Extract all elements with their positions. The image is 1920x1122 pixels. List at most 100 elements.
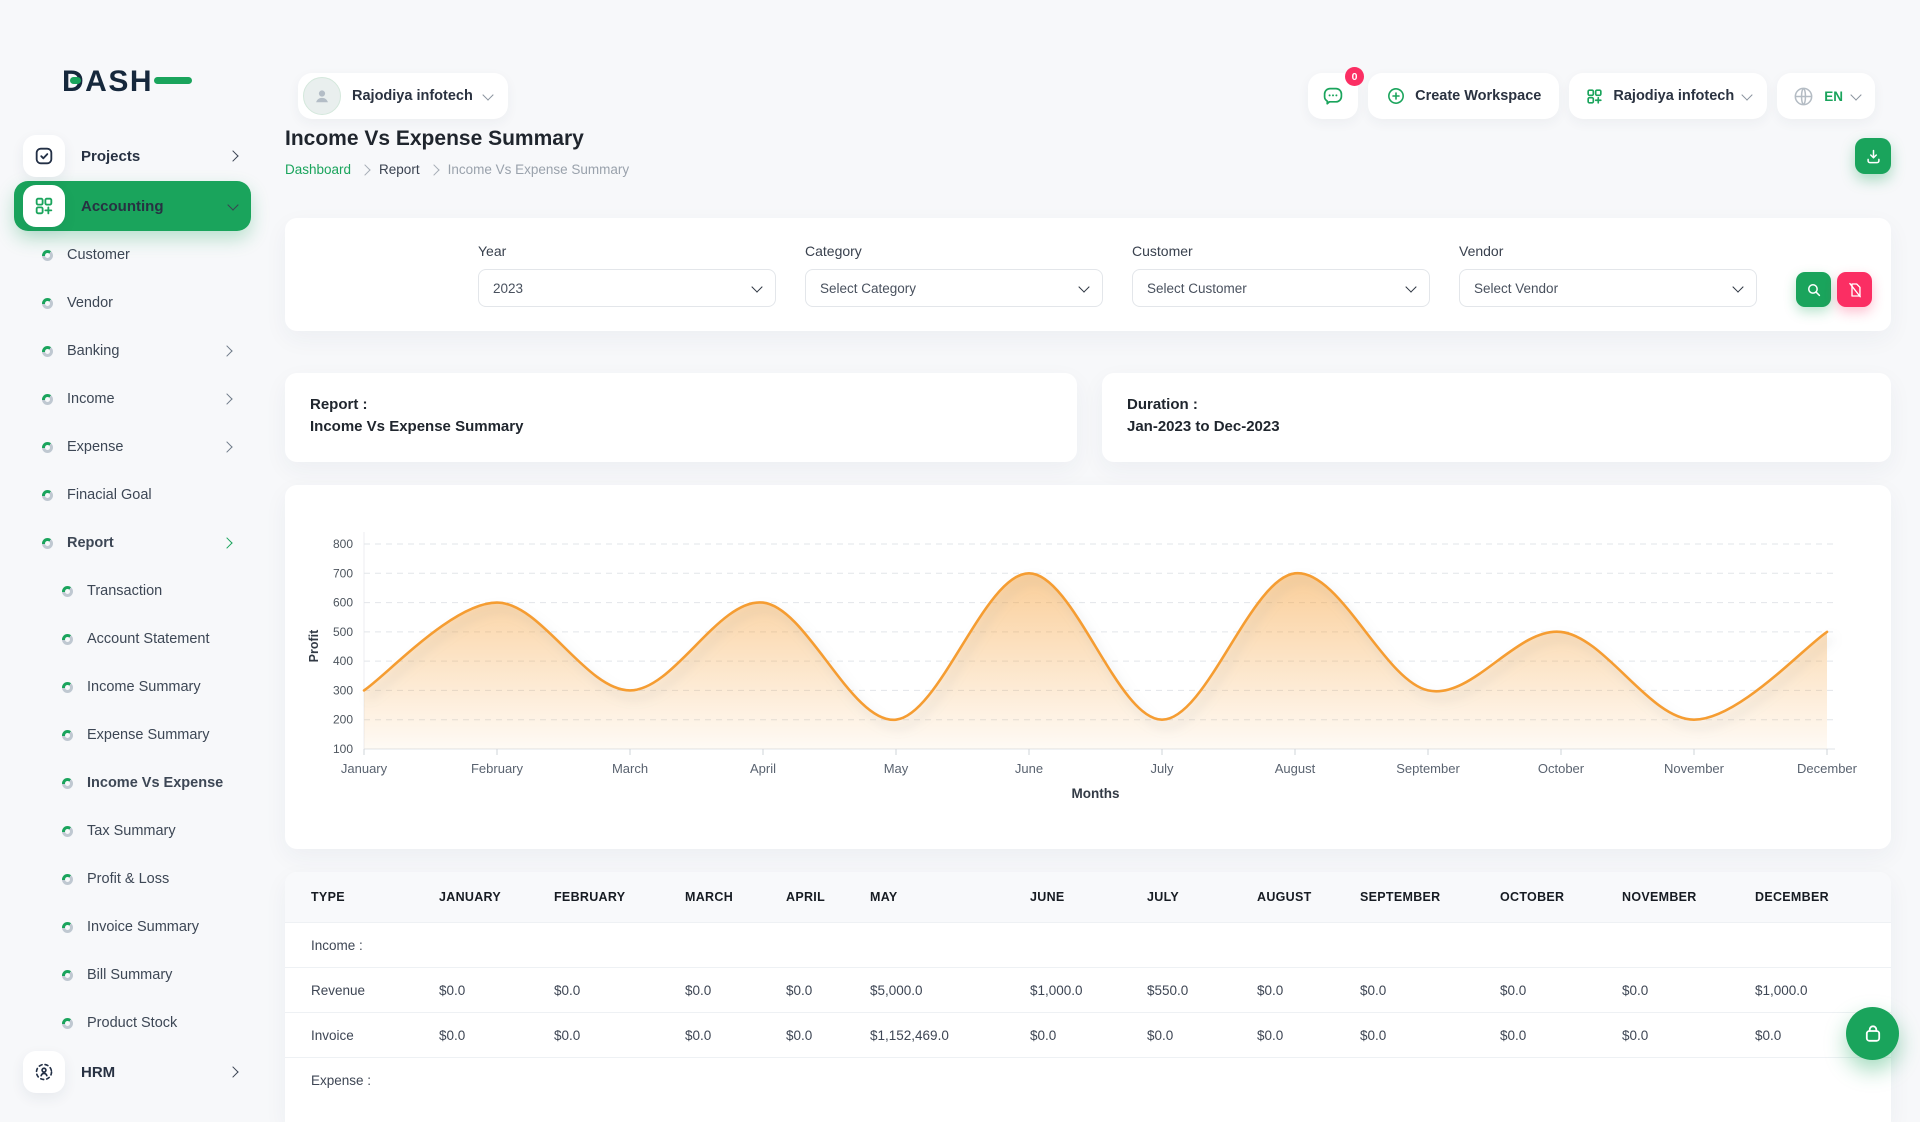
svg-text:600: 600 <box>333 596 353 610</box>
table-cell: $0.0 <box>1622 1028 1755 1043</box>
table-cell: $0.0 <box>554 1028 685 1043</box>
sidebar-item-accounting[interactable]: Accounting <box>14 181 251 231</box>
checkbox-icon <box>23 135 65 177</box>
sidebar-item-label: Invoice Summary <box>87 919 199 935</box>
chevron-right-icon <box>221 393 232 404</box>
chevron-down-icon <box>1732 281 1743 292</box>
table-cell: $0.0 <box>1360 983 1500 998</box>
app-logo[interactable]: DASH <box>62 62 194 100</box>
sidebar-item-label: Account Statement <box>87 631 210 647</box>
sidebar-item-customer[interactable]: Customer <box>0 231 265 279</box>
table-cell: $0.0 <box>439 1028 554 1043</box>
svg-text:June: June <box>1015 761 1043 776</box>
profit-chart-card: 100200300400500600700800JanuaryFebruaryM… <box>285 485 1891 849</box>
table-header-cell: FEBRUARY <box>554 890 685 904</box>
sidebar-item-bill-summary[interactable]: Bill Summary <box>0 951 265 999</box>
workspace-selector[interactable]: Rajodiya infotech <box>298 73 508 119</box>
table-header-cell: NOVEMBER <box>1622 890 1755 904</box>
report-card-title: Report : <box>310 394 1052 416</box>
sidebar-item-expense-summary[interactable]: Expense Summary <box>0 711 265 759</box>
bullet-icon <box>42 298 53 309</box>
table-header-cell: OCTOBER <box>1500 890 1622 904</box>
sidebar-item-income[interactable]: Income <box>0 375 265 423</box>
sidebar-item-label: Projects <box>81 148 140 165</box>
svg-text:August: August <box>1275 761 1316 776</box>
category-select-value: Select Category <box>820 281 916 296</box>
table-cell: $5,000.0 <box>870 983 1030 998</box>
svg-text:800: 800 <box>333 537 353 551</box>
chevron-right-icon <box>227 150 238 161</box>
sidebar-item-income-vs-expense[interactable]: Income Vs Expense <box>0 759 265 807</box>
bullet-icon <box>62 682 73 693</box>
category-select[interactable]: Select Category <box>805 269 1103 307</box>
svg-text:September: September <box>1396 761 1460 776</box>
table-header-cell: JULY <box>1147 890 1257 904</box>
sidebar-item-invoice-summary[interactable]: Invoice Summary <box>0 903 265 951</box>
table-cell: $0.0 <box>1030 1028 1147 1043</box>
report-card-value: Income Vs Expense Summary <box>310 416 1052 438</box>
language-code: EN <box>1824 89 1843 104</box>
logo-bar-accent <box>154 77 192 84</box>
sidebar-item-label: Expense <box>67 439 123 455</box>
sidebar-item-banking[interactable]: Banking <box>0 327 265 375</box>
sidebar-item-income-summary[interactable]: Income Summary <box>0 663 265 711</box>
sidebar-item-tax-summary[interactable]: Tax Summary <box>0 807 265 855</box>
svg-text:300: 300 <box>333 683 353 697</box>
vendor-select[interactable]: Select Vendor <box>1459 269 1757 307</box>
sidebar-item-finacial-goal[interactable]: Finacial Goal <box>0 471 265 519</box>
sidebar-item-account-statement[interactable]: Account Statement <box>0 615 265 663</box>
chat-icon <box>1321 84 1345 108</box>
sidebar-item-report[interactable]: Report <box>0 519 265 567</box>
create-workspace-button[interactable]: Create Workspace <box>1368 73 1559 119</box>
company-selector[interactable]: Rajodiya infotech <box>1569 73 1767 119</box>
chevron-down-icon <box>227 199 238 210</box>
income-expense-table-card: TYPEJANUARYFEBRUARYMARCHAPRILMAYJUNEJULY… <box>285 872 1891 1122</box>
workspace-name: Rajodiya infotech <box>352 88 473 104</box>
filter-field-customer: Customer Select Customer <box>1132 243 1430 307</box>
table-cell: $0.0 <box>685 983 786 998</box>
store-fab-button[interactable] <box>1846 1007 1899 1060</box>
sidebar-nav: Projects Accounting Customer Vendor <box>0 131 265 1097</box>
chevron-down-icon <box>1405 281 1416 292</box>
sidebar-item-product-stock[interactable]: Product Stock <box>0 999 265 1047</box>
table-cell: $0.0 <box>554 983 685 998</box>
download-button[interactable] <box>1855 138 1891 174</box>
svg-text:200: 200 <box>333 713 353 727</box>
reset-filter-button[interactable] <box>1837 272 1872 307</box>
table-header-cell: DECEMBER <box>1755 890 1891 904</box>
svg-text:Profit: Profit <box>307 629 321 662</box>
year-select[interactable]: 2023 <box>478 269 776 307</box>
bullet-icon <box>62 634 73 645</box>
breadcrumb-dashboard[interactable]: Dashboard <box>285 162 351 177</box>
table-row: Revenue$0.0$0.0$0.0$0.0$5,000.0$1,000.0$… <box>285 967 1891 1012</box>
bullet-icon <box>42 394 53 405</box>
sidebar-item-transaction[interactable]: Transaction <box>0 567 265 615</box>
sidebar-item-profit-and-loss[interactable]: Profit & Loss <box>0 855 265 903</box>
chevron-right-icon <box>221 537 232 548</box>
customer-select[interactable]: Select Customer <box>1132 269 1430 307</box>
filter-label: Customer <box>1132 243 1430 259</box>
sidebar-item-label: Income <box>67 391 115 407</box>
messages-button[interactable]: 0 <box>1308 73 1358 119</box>
table-row-label: Income : <box>311 938 439 953</box>
table-cell: $0.0 <box>1500 1028 1622 1043</box>
sidebar-item-expense[interactable]: Expense <box>0 423 265 471</box>
table-row-label: Invoice <box>311 1028 439 1043</box>
table-cell: $1,000.0 <box>1030 983 1147 998</box>
filter-label: Category <box>805 243 1103 259</box>
sidebar-item-label: Accounting <box>81 198 164 215</box>
language-selector[interactable]: EN <box>1777 73 1875 119</box>
chevron-down-icon <box>1078 281 1089 292</box>
sidebar-item-vendor[interactable]: Vendor <box>0 279 265 327</box>
breadcrumb-report[interactable]: Report <box>379 162 420 177</box>
sidebar-item-hrm[interactable]: HRM <box>14 1047 251 1097</box>
sidebar-item-projects[interactable]: Projects <box>14 131 251 181</box>
sidebar: DASH Projects Accoun <box>0 0 265 1080</box>
bullet-icon <box>42 490 53 501</box>
grid-plus-icon <box>1585 87 1604 106</box>
sidebar-item-label: HRM <box>81 1064 115 1081</box>
table-header-cell: MAY <box>870 890 1030 904</box>
svg-text:400: 400 <box>333 654 353 668</box>
apply-filter-button[interactable] <box>1796 272 1831 307</box>
table-header-cell: JUNE <box>1030 890 1147 904</box>
